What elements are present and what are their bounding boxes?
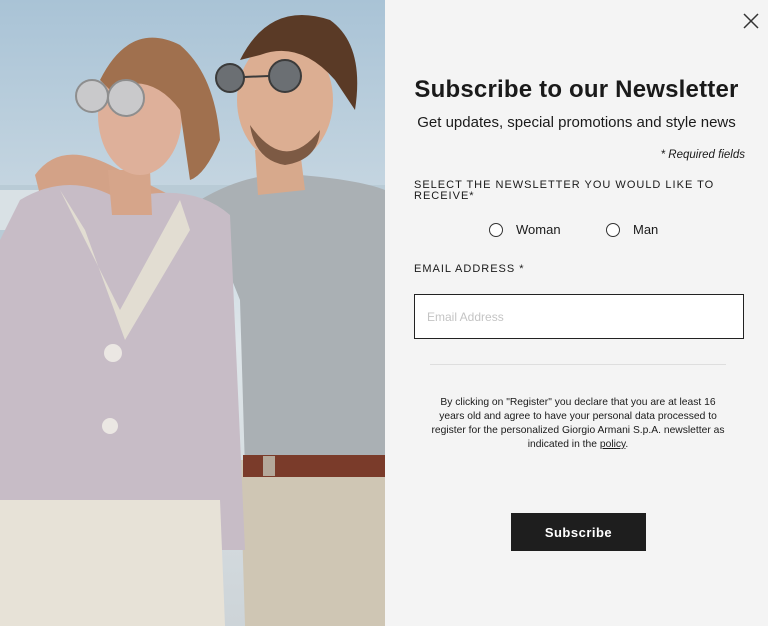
radio-woman[interactable]: Woman [489, 222, 561, 237]
disclaimer-text: By clicking on "Register" you declare th… [431, 397, 725, 450]
close-icon [743, 13, 759, 29]
radio-button[interactable] [606, 222, 620, 237]
close-button[interactable] [739, 9, 763, 33]
fashion-models-illustration [0, 15, 385, 626]
modal-subtitle: Get updates, special promotions and styl… [417, 114, 736, 131]
modal-title: Subscribe to our Newsletter [414, 76, 739, 103]
radio-man[interactable]: Man [606, 222, 658, 237]
radio-label-man: Man [633, 222, 659, 237]
privacy-disclaimer: By clicking on "Register" you declare th… [428, 396, 728, 452]
policy-link[interactable]: policy [600, 439, 626, 450]
subscribe-button[interactable]: Subscribe [511, 513, 646, 551]
required-fields-note: * Required fields [660, 149, 745, 161]
hero-photo [0, 0, 385, 626]
email-field[interactable] [414, 294, 744, 339]
disclaimer-end: . [625, 439, 629, 450]
newsletter-select-label: SELECT THE NEWSLETTER YOU WOULD LIKE TO … [414, 179, 715, 202]
email-label: EMAIL ADDRESS * [414, 263, 525, 275]
radio-label-woman: Woman [516, 222, 561, 237]
radio-button[interactable] [489, 222, 503, 237]
divider [430, 364, 726, 365]
